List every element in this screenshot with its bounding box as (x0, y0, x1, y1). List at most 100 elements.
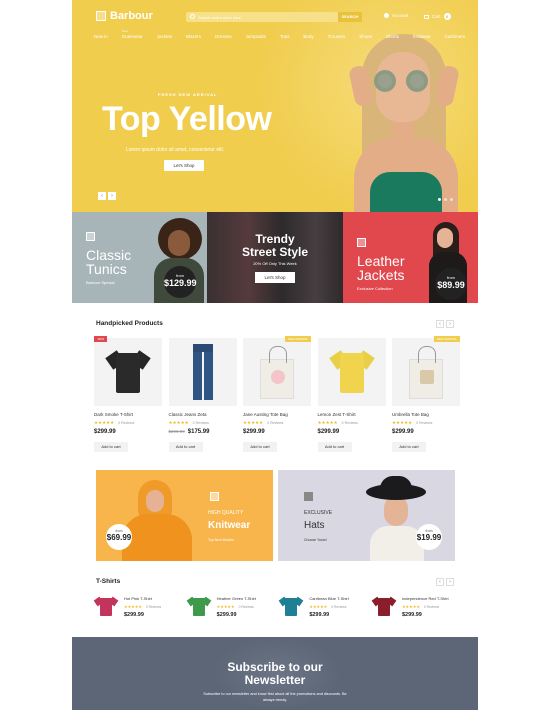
nav-item-jumpsuits[interactable]: Jumpsuits (246, 34, 266, 39)
nav-item-jackets[interactable]: Jackets (157, 34, 172, 39)
chevron-left-icon[interactable]: ‹ (436, 578, 444, 586)
slider-dot[interactable] (444, 198, 447, 201)
chevron-right-icon[interactable]: › (446, 578, 454, 586)
product-image[interactable] (168, 338, 237, 406)
star-rating-icon: ★★★★★ (317, 420, 338, 425)
add-to-cart-button[interactable]: Add to cart (392, 441, 426, 452)
product-rating: ★★★★★ 0 Reviews (94, 420, 162, 426)
knitwear-model-image (116, 470, 196, 561)
add-to-cart-button[interactable]: Add to cart (168, 441, 203, 452)
newsletter-title-line1: Subscribe to our (227, 660, 323, 674)
product-price: $299.99 (243, 429, 311, 435)
product-image[interactable]: -50% (94, 336, 162, 406)
slider-dot[interactable] (450, 198, 453, 201)
newsletter-text: Subscribe to our newsletter and know fir… (203, 692, 347, 702)
hero-shop-button[interactable]: Let's Shop (164, 160, 204, 171)
tshirt-list-item[interactable]: Independence Red T-Shirt ★★★★★ 0 Reviews … (371, 594, 460, 618)
product-image[interactable]: NEW ARRIVAL (243, 336, 311, 406)
review-count: 0 Reviews (238, 605, 254, 609)
promo-leather-jackets[interactable]: Leather Jackets Exclusive Collection fro… (343, 212, 478, 303)
product-card[interactable]: NEW ARRIVAL Jane Austing Tote Bag ★★★★★ … (243, 336, 311, 453)
tshirt-list-item[interactable]: Carribean Blue T-Shirt ★★★★★ 0 Reviews $2… (278, 594, 367, 618)
nav-item-outerwear[interactable]: New Outerwear (122, 29, 143, 39)
cart-link[interactable]: Cart 0 (424, 13, 451, 20)
logo-text: Barbour (110, 10, 153, 22)
add-to-cart-button[interactable]: Add to cart (317, 441, 352, 452)
new-arrival-badge: NEW ARRIVAL (433, 336, 460, 342)
product-price: $299.99 $175.99 (169, 429, 237, 435)
product-image[interactable] (317, 338, 386, 406)
product-name[interactable]: Classic Jeans Zeta (169, 412, 237, 417)
product-card[interactable]: NEW ARRIVAL Umbrella Tote Bag ★★★★★ 0 Re… (392, 336, 460, 453)
nav-item-shoes[interactable]: Shoes (359, 34, 372, 39)
tshirt-rating: ★★★★★ 0 Reviews (124, 604, 161, 609)
nav-item-new-in[interactable]: New in (94, 34, 108, 39)
product-name[interactable]: Lemon Zest T-Shirt (318, 412, 386, 417)
nav-item-knitwear[interactable]: Knitwear (413, 34, 431, 39)
promo-trendy-street-style[interactable]: Trendy Street Style 20% Off Only This We… (207, 212, 343, 303)
cart-label: Cart (432, 14, 441, 19)
review-count: 0 Reviews (423, 605, 440, 609)
promo-shop-button[interactable]: Let's Shop (255, 272, 295, 283)
logo[interactable]: Barbour (96, 10, 153, 22)
search-input[interactable] (198, 12, 328, 22)
product-name[interactable]: Umbrella Tote Bag (392, 412, 460, 417)
tshirt-name[interactable]: Independence Red T-Shirt (402, 596, 449, 601)
promo-classic-tunics[interactable]: Classic Tunics Barbour Special from $129… (72, 212, 207, 303)
newsletter-title: Subscribe to our Newsletter (72, 661, 478, 687)
nav-item-trousers[interactable]: Trousers (328, 34, 346, 39)
nav-item-shorts[interactable]: Shorts (386, 34, 399, 39)
product-name[interactable]: Jane Austing Tote Bag (243, 412, 311, 417)
tshirt-thumbnail[interactable] (186, 594, 212, 618)
hero-prev-arrow-icon[interactable]: ‹ (98, 192, 106, 200)
tshirt-name[interactable]: Carribean Blue T-Shirt (309, 596, 349, 601)
banner-subtitle: Top New Models (208, 538, 234, 542)
add-to-cart-button[interactable]: Add to cart (94, 441, 128, 452)
tshirt-list-item[interactable]: Heather Green T-Shirt ★★★★★ 0 Reviews $29… (186, 594, 275, 618)
star-rating-icon: ★★★★★ (94, 420, 115, 425)
review-count: 0 Reviews (331, 605, 347, 609)
product-image[interactable]: NEW ARRIVAL (392, 336, 460, 406)
search-icon (190, 14, 195, 19)
hero-next-arrow-icon[interactable]: › (108, 192, 116, 200)
promo-price-badge: from $129.99 (164, 266, 197, 298)
current-price: $299.99 (94, 429, 116, 435)
hero-section: Barbour SEARCH Account Cart 0 New in New… (72, 0, 478, 212)
nav-item-cashmere[interactable]: Cashmere (445, 34, 466, 39)
tshirt-list-item[interactable]: Hot Pink T-Shirt ★★★★★ 0 Reviews $299.99 (93, 594, 182, 618)
nav-item-dresses[interactable]: Dresses (215, 34, 232, 39)
banner-hats[interactable]: EXCLUSIVE Hats Choose Yours! from $19.99 (278, 470, 455, 561)
chevron-left-icon[interactable]: ‹ (436, 320, 444, 328)
banner-knitwear[interactable]: HIGH QUALITY Knitwear Top New Models fro… (96, 470, 273, 561)
chevron-right-icon[interactable]: › (446, 320, 454, 328)
review-count: 0 Reviews (145, 605, 162, 609)
star-rating-icon: ★★★★★ (216, 604, 235, 609)
product-rating: ★★★★★ 0 Reviews (169, 420, 237, 426)
nav-item-tops[interactable]: Tops (280, 34, 290, 39)
product-price: $299.99 (318, 429, 386, 435)
product-price: $299.99 (392, 429, 460, 435)
product-card[interactable]: Classic Jeans Zeta ★★★★★ 0 Reviews $299.… (168, 338, 237, 453)
promo-title-line2: Tunics (86, 261, 127, 277)
product-name[interactable]: Dark Smoke T-Shirt (94, 412, 162, 417)
tshirt-thumbnail[interactable] (371, 594, 397, 618)
product-card[interactable]: -50% Dark Smoke T-Shirt ★★★★★ 0 Reviews … (94, 336, 162, 453)
tshirt-name[interactable]: Hot Pink T-Shirt (124, 596, 161, 601)
banner-price-badge: from $19.99 (416, 524, 442, 550)
tshirt-thumbnail[interactable] (278, 594, 304, 618)
search-button[interactable]: SEARCH (338, 12, 362, 22)
tshirt-thumbnail[interactable] (93, 594, 119, 618)
nav-item-blazers[interactable]: Blazers (186, 34, 201, 39)
product-rating: ★★★★★ 0 Reviews (243, 420, 311, 426)
product-card[interactable]: Lemon Zest T-Shirt ★★★★★ 0 Reviews $299.… (317, 338, 386, 453)
tshirt-rating: ★★★★★ 0 Reviews (402, 604, 449, 609)
slider-dot[interactable] (438, 198, 441, 201)
cart-icon (424, 14, 429, 19)
new-arrival-badge: NEW ARRIVAL (284, 336, 311, 342)
newsletter-title-line2: Newsletter (244, 673, 306, 687)
account-link[interactable]: Account (384, 13, 408, 18)
add-to-cart-button[interactable]: Add to cart (243, 441, 277, 452)
tshirt-name[interactable]: Heather Green T-Shirt (217, 596, 256, 601)
nav-item-body[interactable]: Body (303, 34, 313, 39)
promo-subtitle: Barbour Special (86, 280, 115, 285)
